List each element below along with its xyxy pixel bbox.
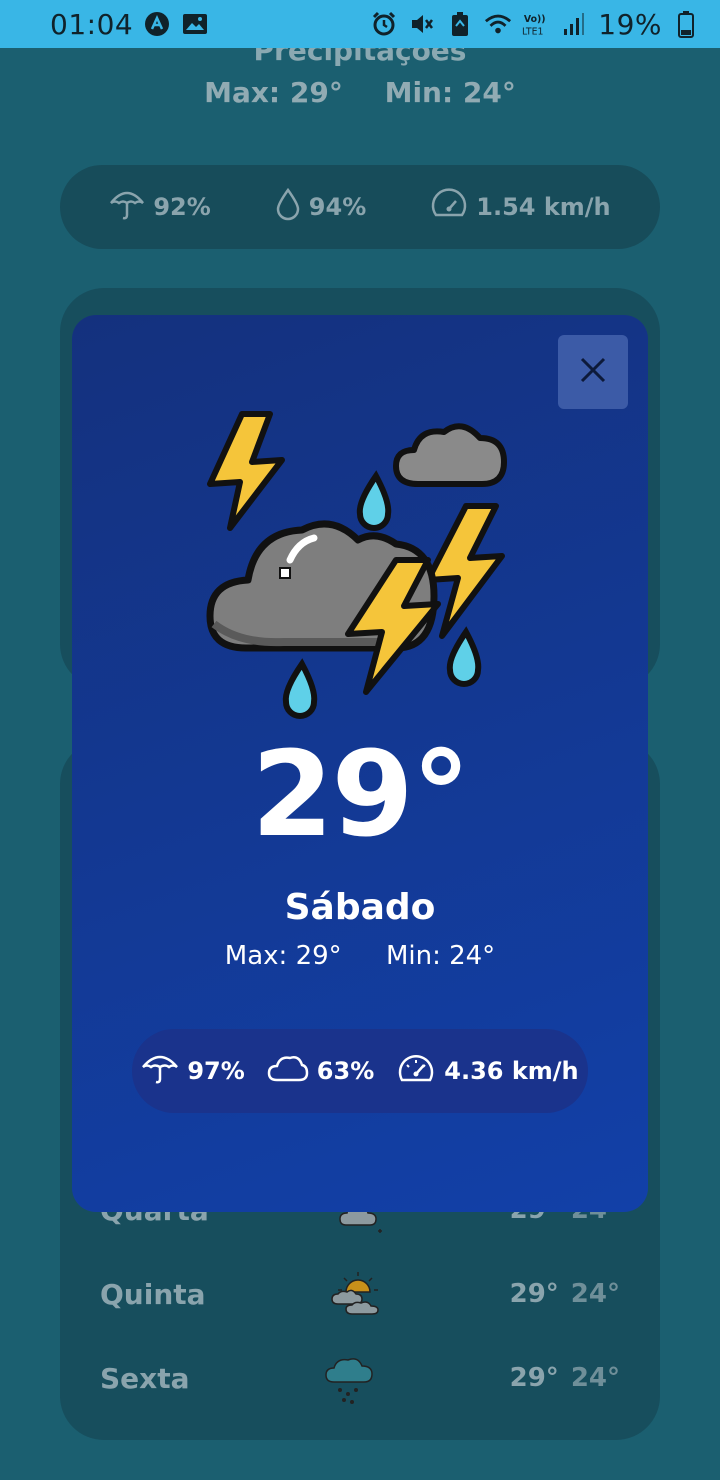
day-detail-modal: 29° Sábado Max: 29° Min: 24° 97% 63% 4.3… (72, 315, 648, 1212)
wind-value: 4.36 km/h (444, 1057, 579, 1085)
sun-cloud-icon (328, 1264, 388, 1324)
umbrella-icon (141, 1051, 179, 1091)
battery-icon (672, 10, 700, 38)
precip-value: 97% (187, 1057, 245, 1085)
clouds-value: 63% (316, 1057, 375, 1085)
drop-icon (275, 187, 301, 227)
day-name: Sábado (284, 887, 436, 928)
cloud-rain-icon (320, 1348, 380, 1408)
max-min: Max: 29° Min: 24° (72, 941, 648, 971)
precip-stat: 97% (141, 1051, 245, 1091)
background-max: Max: 29° (204, 76, 343, 109)
close-icon (580, 357, 606, 387)
min-temp: Min: 24° (385, 941, 496, 971)
stats-pill: 97% 63% 4.36 km/h (132, 1029, 588, 1113)
status-left: 01:04 (50, 8, 209, 41)
svg-text:LTE1: LTE1 (522, 26, 544, 37)
background-wind: 1.54 km/h (430, 187, 611, 227)
cloud-icon (267, 1053, 309, 1089)
battery-percent: 19% (598, 7, 662, 41)
clouds-stat: 63% (267, 1053, 374, 1089)
image-icon (181, 10, 209, 38)
list-item[interactable]: Sexta 29° 24° (100, 1348, 620, 1408)
signal-icon (560, 10, 588, 38)
umbrella-icon (109, 187, 145, 227)
status-right: Vo)) LTE1 19% (370, 8, 700, 41)
wind-stat: 4.36 km/h (396, 1051, 579, 1091)
status-bar: 01:04 Vo)) LTE1 19% (0, 0, 720, 48)
gauge-icon (396, 1051, 436, 1091)
close-button[interactable] (558, 335, 628, 409)
gauge-icon (430, 187, 468, 227)
app-icon (143, 10, 171, 38)
wifi-icon (484, 10, 512, 38)
max-temp: Max: 29° (224, 941, 342, 971)
background-precip: 92% (109, 187, 211, 227)
svg-text:Vo)): Vo)) (524, 14, 546, 25)
background-min: Min: 24° (384, 76, 516, 109)
list-item[interactable]: Quinta 29° 24° (100, 1264, 620, 1324)
volte-icon: Vo)) LTE1 (522, 10, 550, 38)
battery-saver-icon (446, 10, 474, 38)
background-stats-pill: 92% 94% 1.54 km/h (60, 165, 660, 249)
forecast-temps: 29° 24° (509, 1279, 620, 1309)
mute-icon (408, 10, 436, 38)
forecast-day: Quinta (100, 1277, 206, 1311)
forecast-day: Sexta (100, 1361, 190, 1395)
background-humidity: 94% (275, 187, 366, 227)
thunderstorm-icon (200, 410, 520, 730)
status-time: 01:04 (50, 7, 134, 41)
alarm-icon (370, 10, 398, 38)
forecast-temps: 29° 24° (509, 1363, 620, 1393)
background-max-min: Max: 29° Min: 24° (0, 76, 720, 109)
temperature: 29° (251, 725, 470, 863)
